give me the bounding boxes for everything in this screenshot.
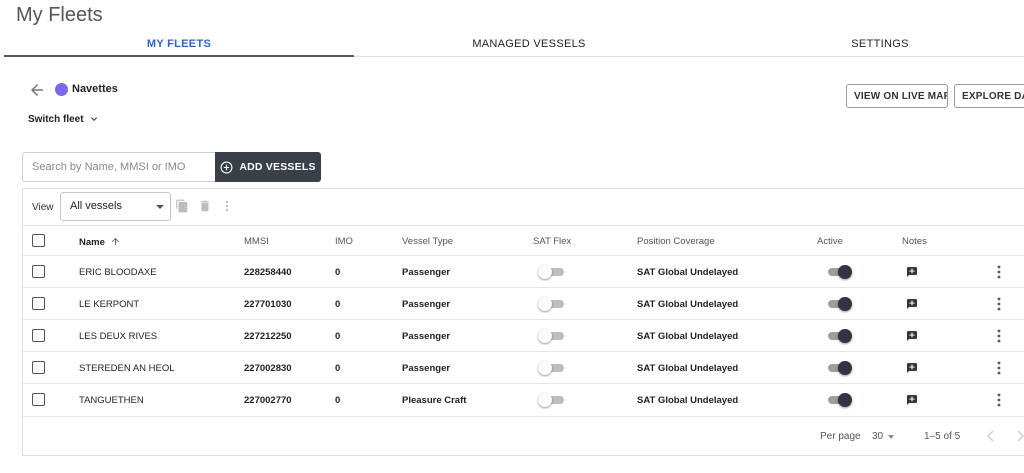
row-checkbox[interactable] bbox=[32, 329, 45, 342]
tab-managed-vessels[interactable]: MANAGED VESSELS bbox=[354, 30, 704, 57]
toolbar-divider bbox=[23, 225, 1024, 226]
position-coverage: SAT Global Undelayed bbox=[637, 299, 739, 310]
copy-icon[interactable] bbox=[175, 199, 189, 213]
more-vert-icon[interactable] bbox=[997, 265, 1001, 279]
switch-fleet-button[interactable]: Switch fleet bbox=[28, 113, 100, 125]
column-header-name[interactable]: Name bbox=[79, 236, 121, 248]
add-note-icon[interactable] bbox=[906, 362, 918, 374]
add-note-icon[interactable] bbox=[906, 394, 918, 406]
vessel-type: Pleasure Craft bbox=[402, 395, 467, 406]
sat-flex-toggle[interactable] bbox=[538, 361, 566, 375]
more-vert-icon[interactable] bbox=[997, 393, 1001, 407]
row-checkbox[interactable] bbox=[32, 393, 45, 406]
row-checkbox[interactable] bbox=[32, 297, 45, 310]
row-divider bbox=[23, 319, 1024, 320]
switch-fleet-label: Switch fleet bbox=[28, 113, 84, 125]
row-divider bbox=[23, 255, 1024, 256]
page-title: My Fleets bbox=[16, 4, 103, 26]
view-select-value: All vessels bbox=[70, 200, 122, 212]
vessel-table: View All vessels Name MMSI IMO Vessel Ty… bbox=[22, 188, 1024, 456]
trash-icon[interactable] bbox=[198, 199, 212, 213]
sat-flex-toggle[interactable] bbox=[538, 265, 566, 279]
more-vert-icon[interactable] bbox=[997, 361, 1001, 375]
arrow-left-icon[interactable] bbox=[28, 81, 46, 99]
vessel-imo: 0 bbox=[335, 267, 341, 278]
pagination-range: 1–5 of 5 bbox=[924, 431, 961, 442]
active-toggle[interactable] bbox=[824, 361, 852, 375]
chevron-down-icon bbox=[90, 117, 97, 121]
vessel-mmsi: 227212250 bbox=[244, 331, 292, 342]
position-coverage: SAT Global Undelayed bbox=[637, 331, 739, 342]
vessel-name[interactable]: TANGUETHEN bbox=[79, 395, 144, 406]
per-page-select[interactable]: 30 bbox=[872, 431, 883, 442]
tab-my-fleets[interactable]: MY FLEETS bbox=[4, 30, 354, 57]
row-divider bbox=[23, 351, 1024, 352]
add-vessels-label: ADD VESSELS bbox=[239, 161, 316, 173]
tab-bar: MY FLEETS MANAGED VESSELS SETTINGS bbox=[4, 30, 1024, 57]
per-page-label: Per page bbox=[820, 431, 861, 442]
add-note-icon[interactable] bbox=[906, 298, 918, 310]
position-coverage: SAT Global Undelayed bbox=[637, 363, 739, 374]
more-vert-icon[interactable] bbox=[997, 329, 1001, 343]
column-header-mmsi[interactable]: MMSI bbox=[244, 236, 269, 247]
position-coverage: SAT Global Undelayed bbox=[637, 267, 739, 278]
add-note-icon[interactable] bbox=[906, 266, 918, 278]
vessel-name[interactable]: STEREDEN AN HEOL bbox=[79, 363, 175, 374]
search-field bbox=[22, 152, 218, 182]
vessel-mmsi: 228258440 bbox=[244, 267, 292, 278]
vessel-type: Passenger bbox=[402, 331, 451, 342]
plus-circle-icon bbox=[220, 161, 233, 173]
fleet-color-dot bbox=[55, 83, 68, 96]
view-on-live-map-button[interactable]: VIEW ON LIVE MAP bbox=[846, 84, 948, 108]
vessel-name[interactable]: LES DEUX RIVES bbox=[79, 331, 157, 342]
column-header-vessel-type[interactable]: Vessel Type bbox=[402, 236, 453, 247]
tab-settings[interactable]: SETTINGS bbox=[704, 30, 1024, 57]
vessel-imo: 0 bbox=[335, 331, 341, 342]
explore-data-button[interactable]: EXPLORE DATA bbox=[954, 84, 1024, 108]
column-header-sat-flex[interactable]: SAT Flex bbox=[533, 236, 571, 247]
arrow-up-icon bbox=[111, 237, 119, 246]
vessel-imo: 0 bbox=[335, 363, 341, 374]
caret-down-icon bbox=[156, 205, 164, 209]
vessel-mmsi: 227701030 bbox=[244, 299, 292, 310]
chevron-right-icon[interactable] bbox=[1015, 430, 1024, 442]
vessel-type: Passenger bbox=[402, 267, 451, 278]
view-select[interactable]: All vessels bbox=[60, 192, 171, 221]
vessel-name[interactable]: LE KERPONT bbox=[79, 299, 139, 310]
vessel-imo: 0 bbox=[335, 395, 341, 406]
active-toggle[interactable] bbox=[824, 393, 852, 407]
view-label: View bbox=[32, 202, 54, 213]
position-coverage: SAT Global Undelayed bbox=[637, 395, 739, 406]
add-note-icon[interactable] bbox=[906, 330, 918, 342]
row-divider bbox=[23, 383, 1024, 384]
row-divider bbox=[23, 416, 1024, 417]
vessel-type: Passenger bbox=[402, 363, 451, 374]
vessel-name[interactable]: ERIC BLOODAXE bbox=[79, 267, 157, 278]
search-input[interactable] bbox=[23, 153, 218, 181]
sat-flex-toggle[interactable] bbox=[538, 329, 566, 343]
row-checkbox[interactable] bbox=[32, 361, 45, 374]
chevron-left-icon[interactable] bbox=[986, 430, 996, 442]
caret-down-icon bbox=[888, 435, 894, 439]
vessel-type: Passenger bbox=[402, 299, 451, 310]
sat-flex-toggle[interactable] bbox=[538, 393, 566, 407]
vessel-mmsi: 227002770 bbox=[244, 395, 292, 406]
fleet-name: Navettes bbox=[72, 83, 118, 95]
column-header-active[interactable]: Active bbox=[817, 236, 843, 247]
row-divider bbox=[23, 287, 1024, 288]
row-checkbox[interactable] bbox=[32, 265, 45, 278]
vessel-mmsi: 227002830 bbox=[244, 363, 292, 374]
vessel-imo: 0 bbox=[335, 299, 341, 310]
column-header-notes[interactable]: Notes bbox=[902, 236, 927, 247]
active-toggle[interactable] bbox=[824, 297, 852, 311]
more-vert-icon[interactable] bbox=[220, 199, 234, 213]
column-header-imo[interactable]: IMO bbox=[335, 236, 353, 247]
more-vert-icon[interactable] bbox=[997, 297, 1001, 311]
column-header-position-coverage[interactable]: Position Coverage bbox=[637, 236, 715, 247]
sat-flex-toggle[interactable] bbox=[538, 297, 566, 311]
select-all-checkbox[interactable] bbox=[32, 234, 45, 247]
active-toggle[interactable] bbox=[824, 265, 852, 279]
add-vessels-button[interactable]: ADD VESSELS bbox=[215, 152, 321, 182]
active-toggle[interactable] bbox=[824, 329, 852, 343]
